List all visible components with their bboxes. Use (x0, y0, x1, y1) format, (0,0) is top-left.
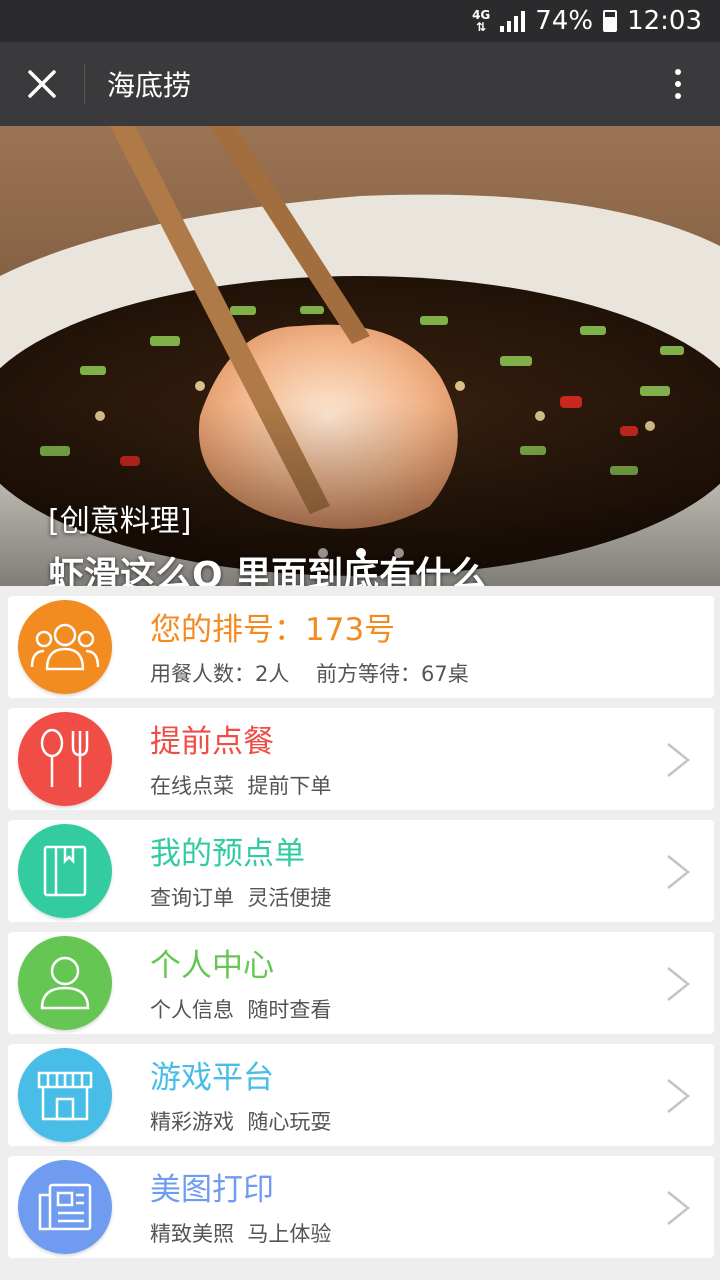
profile-avatar (18, 936, 112, 1030)
menu-item-games[interactable]: 游戏平台 精彩游戏 随心玩耍 (8, 1044, 714, 1146)
network-indicator: 4G ⇅ (472, 8, 491, 34)
chevron-right-icon (667, 855, 691, 889)
carousel-dot[interactable] (394, 548, 404, 558)
status-bar: 4G ⇅ 74% 12:03 (0, 0, 720, 42)
photo-print-icon (38, 1183, 92, 1231)
carousel-dot[interactable] (318, 548, 328, 558)
menu-item-preorder[interactable]: 提前点餐 在线点菜 提前下单 (8, 708, 714, 810)
menu-item-subtitle: 查询订单 灵活便捷 (150, 886, 332, 910)
battery-percent: 74% (535, 6, 594, 36)
page-title: 海底捞 (107, 69, 192, 102)
menu-item-my-orders[interactable]: 我的预点单 查询订单 灵活便捷 (8, 820, 714, 922)
carousel-dots (318, 548, 404, 558)
clock: 12:03 (627, 6, 702, 36)
person-icon (40, 956, 90, 1010)
close-button[interactable] (0, 42, 84, 126)
store-icon (37, 1071, 93, 1121)
queue-number: 您的排号：173号 (150, 612, 396, 648)
menu-item-subtitle: 精致美照 马上体验 (150, 1222, 332, 1246)
chevron-right-icon (667, 743, 691, 777)
close-icon (28, 70, 56, 98)
menu-item-title: 个人中心 (150, 948, 274, 984)
menu-item-subtitle: 个人信息 随时查看 (150, 998, 332, 1022)
notebook-icon (43, 845, 87, 897)
queue-info: 用餐人数：2人 前方等待：67桌 (150, 662, 469, 686)
menu-item-title: 美图打印 (150, 1172, 274, 1208)
more-button[interactable] (658, 64, 698, 104)
menu-item-photo-print[interactable]: 美图打印 精致美照 马上体验 (8, 1156, 714, 1258)
menu-item-subtitle: 在线点菜 提前下单 (150, 774, 332, 798)
menu-item-title: 游戏平台 (150, 1060, 274, 1096)
chevron-right-icon (667, 1191, 691, 1225)
queue-card: 您的排号：173号 用餐人数：2人 前方等待：67桌 (8, 596, 714, 698)
network-label: 4G (472, 8, 491, 22)
menu-item-subtitle: 精彩游戏 随心玩耍 (150, 1110, 332, 1134)
orders-avatar (18, 824, 112, 918)
title-divider (84, 64, 85, 104)
carousel-dot-active[interactable] (356, 548, 366, 558)
spoon-fork-icon (40, 728, 89, 787)
preorder-avatar (18, 712, 112, 806)
menu-list: 您的排号：173号 用餐人数：2人 前方等待：67桌 提前点餐 在线点菜 提前下… (8, 596, 714, 1268)
banner-carousel[interactable]: [创意料理] 虾滑这么Q 里面到底有什么 (0, 126, 720, 586)
menu-item-title: 我的预点单 (150, 836, 305, 872)
chevron-right-icon (667, 967, 691, 1001)
title-bar: 海底捞 (0, 42, 720, 126)
battery-icon (603, 10, 618, 32)
banner-caption: 虾滑这么Q 里面到底有什么 (48, 555, 488, 586)
menu-item-title: 提前点餐 (150, 724, 274, 760)
games-avatar (18, 1048, 112, 1142)
banner-tag: [创意料理] (48, 504, 192, 539)
menu-item-profile[interactable]: 个人中心 个人信息 随时查看 (8, 932, 714, 1034)
queue-avatar (18, 600, 112, 694)
chevron-right-icon (667, 1079, 691, 1113)
signal-icon (500, 10, 526, 32)
group-icon (30, 623, 100, 671)
print-avatar (18, 1160, 112, 1254)
